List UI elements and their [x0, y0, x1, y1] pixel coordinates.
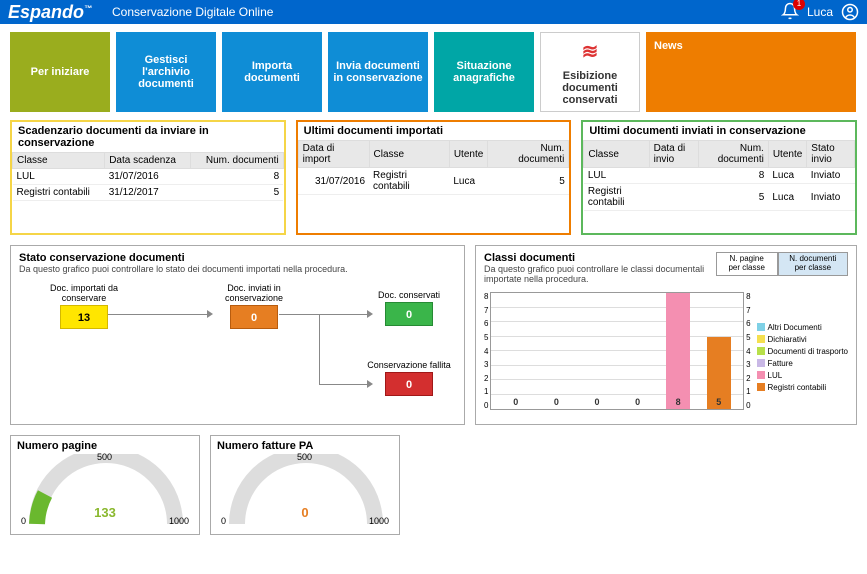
user-name[interactable]: Luca	[807, 5, 833, 19]
col-data-invio[interactable]: Data di invio	[649, 141, 698, 168]
col-num[interactable]: Num. documenti	[698, 141, 768, 168]
col-utente[interactable]: Utente	[449, 141, 487, 168]
flow-value-inviati: 0	[230, 305, 278, 329]
chart-subtitle: Da questo grafico puoi controllare le cl…	[484, 264, 716, 284]
col-utente[interactable]: Utente	[768, 141, 806, 168]
tile-situazione-anagrafiche[interactable]: Situazione anagrafiche	[434, 32, 534, 112]
panel-title: Ultimi documenti importati	[298, 122, 570, 140]
gauge-value: 0	[217, 505, 393, 520]
panel-stato-conservazione: Stato conservazione documenti Da questo …	[10, 245, 465, 425]
brand-logo: Espando™	[8, 2, 92, 23]
flow-box-inviati: Doc. inviati in conservazione 0	[199, 283, 309, 329]
table-row[interactable]: 31/07/2016 Registri contabili Luca 5	[298, 168, 569, 195]
panel-numero-fatture-pa: Numero fatture PA 0 500 1000 0	[210, 435, 400, 535]
panel-numero-pagine: Numero pagine 0 500 1000 133	[10, 435, 200, 535]
flow-box-fallita: Conservazione fallita 0	[359, 360, 459, 396]
flow-box-conservati: Doc. conservati 0	[359, 290, 459, 326]
col-classe[interactable]: Classe	[13, 153, 105, 169]
table-row[interactable]: LUL 31/07/2016 8	[13, 169, 284, 185]
panel-title: Scadenzario documenti da inviare in cons…	[12, 122, 284, 152]
col-data[interactable]: Data scadenza	[105, 153, 191, 169]
bar-chart: 876543210 0 0 0 0 8 5 876543210	[484, 292, 848, 422]
wave-icon: ≋	[582, 39, 599, 64]
flow-value-importati: 13	[60, 305, 108, 329]
app-header: Espando™ Conservazione Digitale Online 1…	[0, 0, 867, 24]
table-row[interactable]: LUL 8 Luca Inviato	[584, 168, 855, 184]
chart-title: Stato conservazione documenti	[19, 252, 456, 264]
col-stato[interactable]: Stato invio	[807, 141, 855, 168]
table-row[interactable]: Registri contabili 5 Luca Inviato	[584, 184, 855, 211]
col-data-import[interactable]: Data di import	[298, 141, 369, 168]
btn-documenti-per-classe[interactable]: N. documenti per classe	[778, 252, 848, 276]
table-scadenzario: Classe Data scadenza Num. documenti LUL …	[12, 152, 284, 201]
gauge-pagine: 0 500 1000 133	[17, 454, 193, 528]
gauge-title: Numero pagine	[17, 440, 193, 452]
chart-subtitle: Da questo grafico puoi controllare lo st…	[19, 264, 456, 274]
col-num[interactable]: Num. documenti	[190, 153, 283, 169]
col-num[interactable]: Num. documenti	[488, 141, 569, 168]
tile-importa-documenti[interactable]: Importa documenti	[222, 32, 322, 112]
flow-diagram: Doc. importati da conservare 13 Doc. inv…	[19, 278, 456, 408]
tile-esibizione-documenti[interactable]: ≋ Esibizione documenti conservati	[540, 32, 640, 112]
tile-per-iniziare[interactable]: Per iniziare	[10, 32, 110, 112]
panel-inviati: Ultimi documenti inviati in conservazion…	[581, 120, 857, 235]
nav-tiles: Per iniziare Gestisci l'archivio documen…	[0, 24, 867, 120]
gauge-value: 133	[17, 505, 193, 520]
btn-pagine-per-classe[interactable]: N. pagine per classe	[716, 252, 778, 276]
gauge-fatture: 0 500 1000 0	[217, 454, 393, 528]
table-inviati: Classe Data di invio Num. documenti Uten…	[583, 140, 855, 211]
notif-badge: 1	[793, 0, 805, 10]
app-subtitle: Conservazione Digitale Online	[112, 5, 273, 19]
table-importati: Data di import Classe Utente Num. docume…	[298, 140, 570, 195]
notifications-button[interactable]: 1	[781, 2, 799, 23]
flow-value-conservati: 0	[385, 302, 433, 326]
user-avatar-icon[interactable]	[841, 3, 859, 21]
table-row[interactable]: Registri contabili 31/12/2017 5	[13, 185, 284, 201]
flow-value-fallita: 0	[385, 372, 433, 396]
chart-legend: Altri Documenti Dichiarativi Documenti d…	[751, 292, 848, 422]
flow-box-importati: Doc. importati da conservare 13	[29, 283, 139, 329]
panel-title: Ultimi documenti inviati in conservazion…	[583, 122, 855, 140]
col-classe[interactable]: Classe	[369, 141, 449, 168]
panel-importati: Ultimi documenti importati Data di impor…	[296, 120, 572, 235]
gauge-title: Numero fatture PA	[217, 440, 393, 452]
tile-news[interactable]: News	[646, 32, 856, 112]
chart-title: Classi documenti	[484, 252, 716, 264]
col-classe[interactable]: Classe	[584, 141, 649, 168]
tile-gestisci-archivio[interactable]: Gestisci l'archivio documenti	[116, 32, 216, 112]
tile-invia-conservazione[interactable]: Invia documenti in conservazione	[328, 32, 428, 112]
panel-scadenzario: Scadenzario documenti da inviare in cons…	[10, 120, 286, 235]
panel-classi-documenti: Classi documenti Da questo grafico puoi …	[475, 245, 857, 425]
